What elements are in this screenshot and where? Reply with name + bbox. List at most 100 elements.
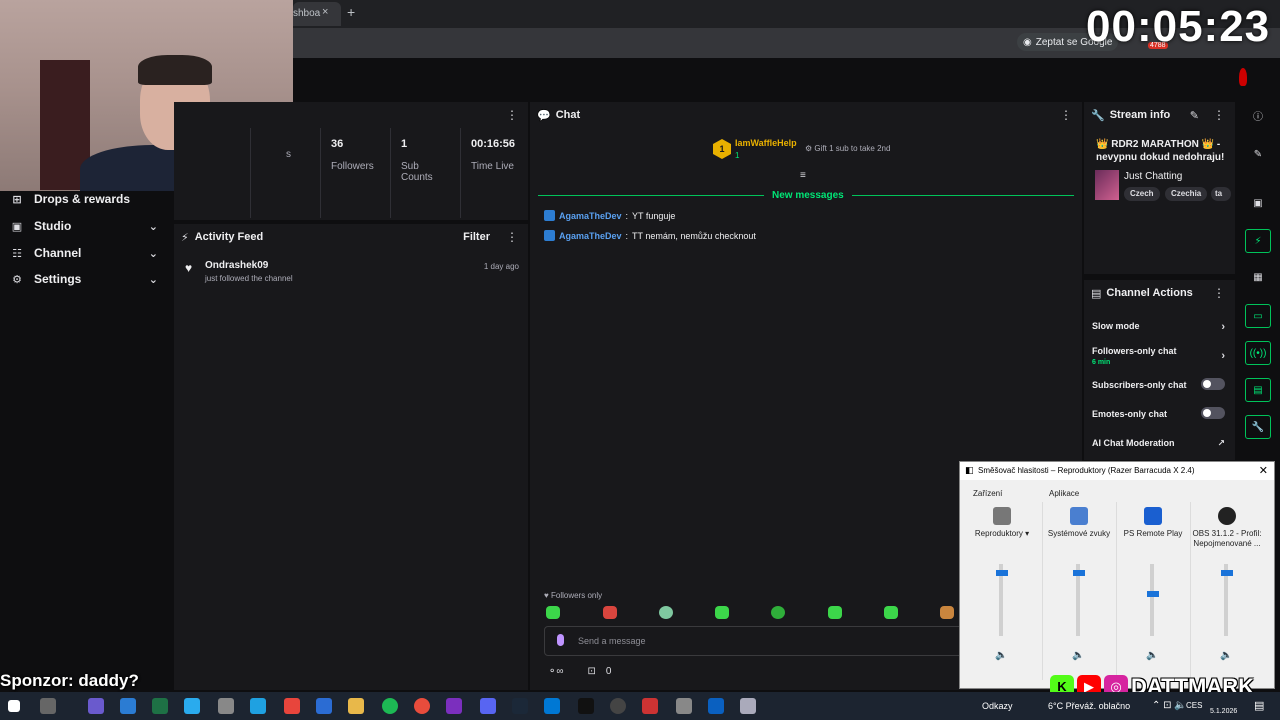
channel-name[interactable]: Reproduktory ▾ (965, 529, 1039, 539)
filter-button[interactable]: Filter (463, 231, 490, 243)
volume-track[interactable] (1150, 564, 1154, 636)
layout-icon[interactable]: ▤ (1245, 378, 1271, 402)
app-icon[interactable] (120, 698, 136, 714)
edit-icon[interactable]: ✎ (1245, 143, 1271, 167)
lightning-icon[interactable]: ⚡ (1245, 229, 1271, 253)
tab-close-icon[interactable]: × (322, 6, 328, 18)
more-options-icon[interactable]: ⋮ (506, 108, 518, 122)
edit-icon[interactable]: ✎ (1190, 109, 1199, 122)
sidebar-item-drops[interactable]: ⊞ Drops & rewards (0, 186, 172, 212)
app-icon[interactable] (414, 698, 430, 714)
more-options-icon[interactable]: ⋮ (1213, 286, 1225, 300)
notes-icon[interactable]: ▦ (1245, 266, 1271, 290)
ps-remote-play-icon[interactable] (708, 698, 724, 714)
volume-slider[interactable] (1073, 569, 1085, 576)
info-icon[interactable]: ⓘ (1245, 106, 1271, 130)
app-icon[interactable] (642, 698, 658, 714)
stream-stats-panel: ⋮ s 36 Followers 1 Sub Counts 00:16:56 Time… (174, 102, 528, 220)
more-options-icon[interactable]: ⋮ (1060, 108, 1072, 122)
obs-icon[interactable] (610, 698, 626, 714)
emote-icon[interactable] (940, 606, 954, 619)
weather-widget[interactable]: 6°C Převáž. oblačno (1048, 701, 1130, 711)
discord-icon[interactable] (480, 698, 496, 714)
leader-username[interactable]: IamWaffleHelp (735, 138, 797, 148)
taskbar-date[interactable]: 5.1.2026 (1210, 708, 1237, 715)
channel-points-icon[interactable]: ⚬∞ (548, 666, 564, 677)
chat-username[interactable]: AgamaTheDev (559, 231, 622, 241)
browser-tab[interactable]: shboa (293, 2, 341, 26)
subscribers-only-toggle[interactable] (1201, 378, 1225, 390)
outlook-icon[interactable] (544, 698, 560, 714)
emote-icon[interactable] (771, 606, 785, 619)
subscribers-only-row[interactable]: Subscribers-only chat (1092, 378, 1231, 390)
broadcast-icon[interactable]: ((•)) (1245, 341, 1271, 365)
volume-slider[interactable] (996, 569, 1008, 576)
spotify-icon[interactable] (382, 698, 398, 714)
sidebar-item-studio[interactable]: ▣ Studio ⌄ (0, 213, 172, 239)
tiktok-icon[interactable] (578, 698, 594, 714)
volume-slider[interactable] (1147, 591, 1159, 598)
stream-tag[interactable]: ta (1211, 187, 1231, 201)
more-options-icon[interactable]: ⋮ (1213, 108, 1225, 122)
app-icon[interactable] (316, 698, 332, 714)
category-thumbnail[interactable] (1095, 170, 1119, 200)
chat-message[interactable]: AgamaTheDev: TT nemám, nemůžu checknout (544, 230, 756, 241)
ai-moderation-row[interactable]: AI Chat Moderation ↗ (1092, 438, 1231, 448)
emotes-only-toggle[interactable] (1201, 407, 1225, 419)
chat-message[interactable]: AgamaTheDev: YT funguje (544, 210, 675, 221)
microphone-icon[interactable] (557, 634, 564, 646)
emote-icon[interactable] (715, 606, 729, 619)
input-language[interactable]: CES (1186, 701, 1202, 710)
followers-only-row[interactable]: Followers-only chat 6 min › (1092, 346, 1231, 366)
mute-icon[interactable]: 🔈 (995, 650, 1007, 661)
chat-message-input[interactable]: Send a message (544, 626, 974, 656)
tray-icons[interactable]: ⌃ ⊡ 🔈 (1152, 700, 1187, 711)
gift-box-icon[interactable]: ⊡ (588, 666, 596, 677)
volume-slider[interactable] (1221, 569, 1233, 576)
clip-icon[interactable]: ▣ (1245, 192, 1271, 216)
close-icon[interactable]: ✕ (1259, 464, 1268, 477)
new-tab-button[interactable]: + (347, 4, 355, 20)
emote-icon[interactable] (828, 606, 842, 619)
edge-icon[interactable] (250, 698, 266, 714)
emote-icon[interactable] (659, 606, 673, 619)
stream-tag[interactable]: Czechia (1165, 187, 1208, 201)
more-options-icon[interactable]: ⋮ (506, 230, 518, 244)
task-view-icon[interactable] (40, 698, 56, 714)
emote-icon[interactable] (603, 606, 617, 619)
file-explorer-icon[interactable] (348, 698, 364, 714)
emote-icon[interactable] (546, 606, 560, 619)
slow-mode-row[interactable]: Slow mode › (1092, 321, 1231, 333)
wrench-icon[interactable]: 🔧 (1245, 415, 1271, 439)
app-icon[interactable] (88, 698, 104, 714)
collapse-icon[interactable]: ≡ (800, 170, 806, 181)
app-icon[interactable] (676, 698, 692, 714)
mute-icon[interactable]: 🔈 (1072, 650, 1084, 661)
stream-category[interactable]: Just Chatting (1124, 171, 1182, 182)
activity-feed-item[interactable]: ♥ Ondrashek09 just followed the channel … (184, 260, 519, 290)
feed-username[interactable]: Ondrashek09 (205, 260, 268, 271)
chat-icon[interactable]: ▭ (1245, 304, 1271, 328)
emote-icon[interactable] (884, 606, 898, 619)
emotes-only-row[interactable]: Emotes-only chat (1092, 407, 1231, 419)
windows-start-icon[interactable] (8, 700, 20, 712)
mute-icon[interactable]: 🔈 (1146, 650, 1158, 661)
app-icon[interactable] (218, 698, 234, 714)
pinned-leaderboard[interactable]: 1 IamWaffleHelp 1 ⚙ Gift 1 sub to take 2… (713, 138, 913, 164)
chrome-icon[interactable] (284, 698, 300, 714)
mute-icon[interactable]: 🔈 (1220, 650, 1232, 661)
notifications-icon[interactable]: ▤ (1254, 699, 1264, 712)
sidebar-item-settings[interactable]: ⚙ Settings ⌄ (0, 266, 172, 292)
excel-icon[interactable] (152, 698, 168, 714)
taskbar-links[interactable]: Odkazy (982, 701, 1013, 711)
volume-mixer-icon[interactable] (740, 698, 756, 714)
new-messages-label[interactable]: New messages (764, 190, 852, 201)
stream-tag[interactable]: Czech (1124, 187, 1160, 201)
onenote-icon[interactable] (446, 698, 462, 714)
steam-icon[interactable] (512, 698, 528, 714)
activity-feed-panel: ⚡ Activity Feed Filter ⋮ ♥ Ondrashek09 j… (174, 224, 528, 690)
telegram-icon[interactable] (184, 698, 200, 714)
sidebar-item-channel[interactable]: ☷ Channel ⌄ (0, 240, 172, 266)
mixer-titlebar[interactable]: Směšovač hlasitosti – Reproduktory (Raze… (960, 462, 1274, 480)
chat-username[interactable]: AgamaTheDev (559, 211, 622, 221)
